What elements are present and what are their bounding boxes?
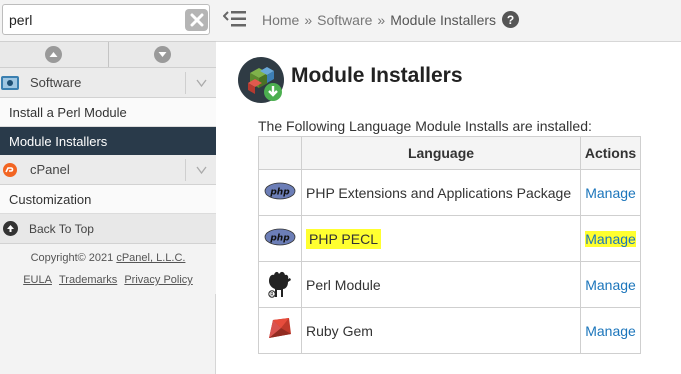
breadcrumb: Home » Software » Module Installers ?: [262, 11, 520, 28]
module-name: Ruby Gem: [301, 307, 581, 354]
breadcrumb-separator: »: [377, 11, 386, 28]
manage-link[interactable]: Manage: [585, 277, 636, 293]
sidebar-category-label: cPanel: [30, 162, 70, 177]
breadcrumb-home[interactable]: Home: [262, 12, 299, 28]
collapse-controls: [0, 42, 216, 68]
sidebar-item-customization[interactable]: Customization: [0, 185, 216, 214]
module-name: Perl Module: [301, 261, 581, 308]
breadcrumb-software[interactable]: Software: [317, 12, 372, 28]
actions-header: Actions: [580, 136, 641, 170]
table-row: Ruby Gem Manage: [258, 307, 641, 354]
back-to-top-label: Back To Top: [29, 221, 94, 236]
table-row: php PHP Extensions and Applications Pack…: [258, 169, 641, 216]
manage-link[interactable]: Manage: [585, 185, 636, 201]
module-installers-icon: [238, 57, 284, 103]
table-row: php PHP PECL Manage: [258, 215, 641, 262]
manage-link[interactable]: Manage: [585, 323, 636, 339]
table-header-row: Language Actions: [258, 136, 641, 170]
top-bar: Home » Software » Module Installers ?: [216, 0, 681, 42]
sidebar-category-label: Software: [30, 75, 82, 90]
perl-camel-icon: R: [258, 261, 302, 308]
sidebar-footer: Copyright© 2021 cPanel, L.L.C. EULA Trad…: [0, 244, 216, 294]
collapse-all-button[interactable]: [0, 42, 108, 67]
eula-link[interactable]: EULA: [23, 274, 52, 286]
arrow-up-icon: [3, 221, 18, 236]
close-icon: [190, 13, 203, 27]
breadcrumb-current: Module Installers: [390, 11, 497, 28]
search-input[interactable]: [2, 4, 210, 35]
expand-all-button[interactable]: [107, 42, 217, 67]
cpanel-logo-icon: [3, 162, 17, 177]
module-installers-table: Language Actions php PHP Extensions and …: [258, 136, 641, 354]
clear-search-button[interactable]: [185, 9, 208, 31]
software-icon: [1, 75, 19, 90]
footer-links: EULA Trademarks Privacy Policy: [0, 274, 216, 286]
chevron-down-icon[interactable]: [185, 159, 216, 181]
page-intro: The Following Language Module Installs a…: [258, 118, 592, 134]
copyright: Copyright© 2021 cPanel, L.L.C.: [0, 252, 216, 264]
php-icon: php: [258, 215, 302, 262]
sidebar-item-install-perl-module[interactable]: Install a Perl Module: [0, 98, 216, 127]
language-header: Language: [301, 136, 581, 170]
manage-link[interactable]: Manage: [585, 230, 636, 247]
back-to-top-link[interactable]: Back To Top: [0, 214, 216, 244]
menu-toggle-icon[interactable]: [223, 9, 247, 29]
copyright-text: Copyright© 2021: [30, 252, 114, 264]
sidebar-category-cpanel[interactable]: cPanel: [0, 155, 216, 185]
sidebar-category-software[interactable]: Software: [0, 68, 216, 98]
chevron-up-icon: [45, 46, 63, 63]
breadcrumb-separator: »: [304, 11, 313, 28]
privacy-policy-link[interactable]: Privacy Policy: [124, 274, 192, 286]
help-icon[interactable]: ?: [502, 11, 520, 28]
sidebar: Software Install a Perl Module Module In…: [0, 0, 216, 374]
module-name: PHP PECL: [306, 228, 381, 249]
svg-text:php: php: [269, 234, 290, 244]
page-title: Module Installers: [291, 64, 463, 87]
table-row: R Perl Module Manage: [258, 261, 641, 308]
cpanel-company-link[interactable]: cPanel, L.L.C.: [116, 252, 185, 264]
sidebar-search: [0, 0, 216, 42]
trademarks-link[interactable]: Trademarks: [59, 274, 117, 286]
php-icon: php: [258, 169, 302, 216]
module-name: PHP Extensions and Applications Package: [301, 169, 581, 216]
ruby-gem-icon: [258, 307, 302, 354]
sidebar-item-module-installers[interactable]: Module Installers: [0, 127, 216, 155]
icon-header: [258, 136, 302, 170]
svg-text:php: php: [269, 188, 290, 198]
chevron-down-icon[interactable]: [185, 72, 216, 94]
chevron-down-icon: [153, 46, 171, 63]
svg-text:R: R: [270, 292, 274, 298]
